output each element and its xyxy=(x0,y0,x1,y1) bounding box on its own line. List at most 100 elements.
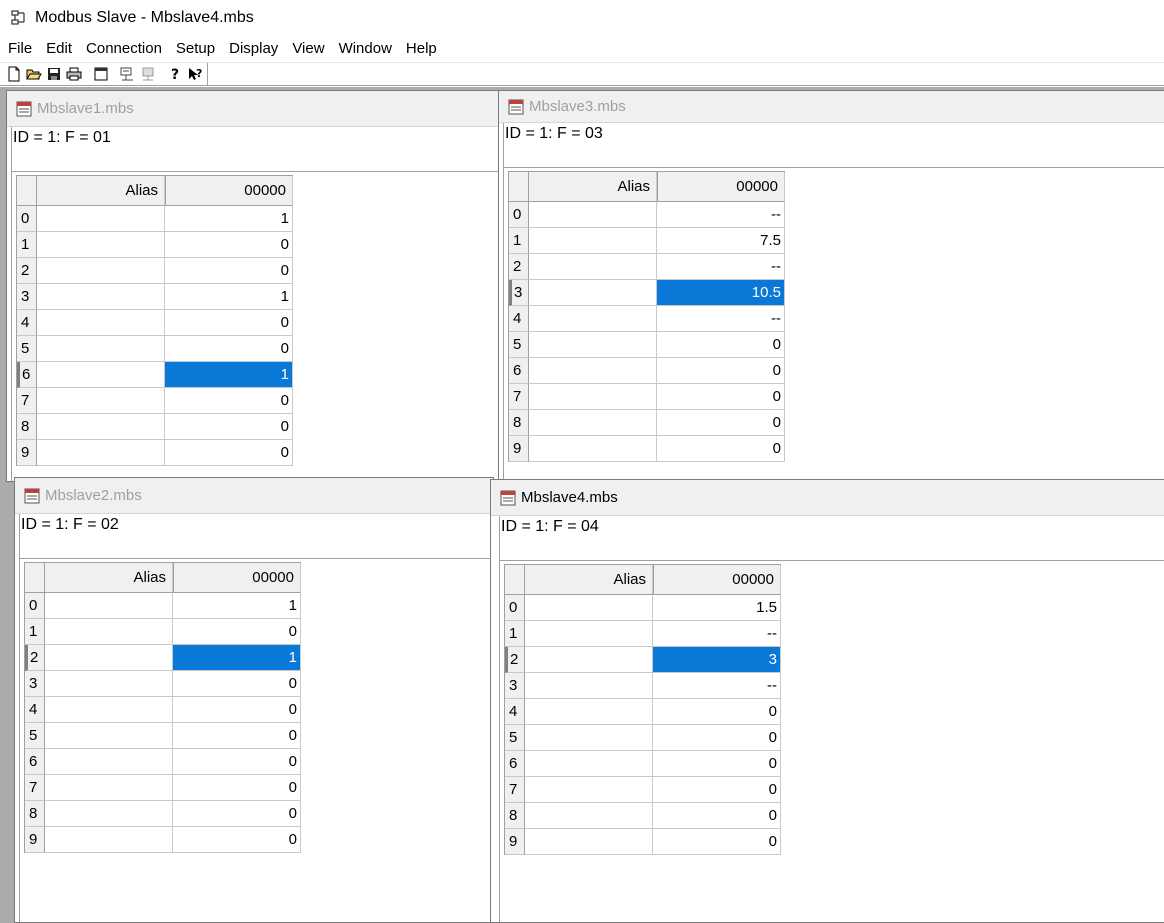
help-icon[interactable]: ? xyxy=(165,64,185,84)
alias-cell[interactable] xyxy=(529,202,657,228)
alias-cell[interactable] xyxy=(525,803,653,829)
row-header[interactable]: 6 xyxy=(505,751,525,777)
value-cell[interactable]: 0 xyxy=(173,827,301,853)
row-header[interactable]: 5 xyxy=(25,723,45,749)
alias-cell[interactable] xyxy=(525,673,653,699)
row-header[interactable]: 3 xyxy=(25,671,45,697)
alias-cell[interactable] xyxy=(525,829,653,855)
alias-cell[interactable] xyxy=(525,777,653,803)
menu-window[interactable]: Window xyxy=(332,37,399,61)
row-header[interactable]: 0 xyxy=(25,593,45,619)
register-grid[interactable]: Alias 00000 0 1.5 1 -- 2 3 3 -- 4 0 5 0 6 0 7 0 8 0 9 0 xyxy=(504,564,781,855)
value-cell[interactable]: 0 xyxy=(657,410,785,436)
value-cell[interactable]: 0 xyxy=(173,671,301,697)
row-header[interactable]: 8 xyxy=(509,410,529,436)
row-header[interactable]: 3 xyxy=(509,280,529,306)
row-header[interactable]: 5 xyxy=(505,725,525,751)
grid-corner[interactable] xyxy=(509,172,529,202)
alias-cell[interactable] xyxy=(45,827,173,853)
value-cell[interactable]: 0 xyxy=(653,751,781,777)
alias-cell[interactable] xyxy=(525,699,653,725)
alias-cell[interactable] xyxy=(37,336,165,362)
menu-view[interactable]: View xyxy=(285,37,331,61)
alias-column-header[interactable]: Alias xyxy=(525,565,653,595)
row-header[interactable]: 4 xyxy=(505,699,525,725)
value-cell[interactable]: 0 xyxy=(173,723,301,749)
value-cell[interactable]: 0 xyxy=(165,414,293,440)
new-icon[interactable] xyxy=(4,64,24,84)
row-header[interactable]: 2 xyxy=(17,258,37,284)
alias-column-header[interactable]: Alias xyxy=(529,172,657,202)
row-header[interactable]: 6 xyxy=(17,362,37,388)
row-header[interactable]: 4 xyxy=(509,306,529,332)
save-icon[interactable] xyxy=(44,64,64,84)
alias-cell[interactable] xyxy=(37,362,165,388)
value-cell[interactable]: 1.5 xyxy=(653,595,781,621)
row-header[interactable]: 5 xyxy=(17,336,37,362)
value-cell[interactable]: 3 xyxy=(653,647,781,673)
alias-cell[interactable] xyxy=(45,749,173,775)
row-header[interactable]: 3 xyxy=(505,673,525,699)
value-cell[interactable]: 0 xyxy=(657,358,785,384)
value-cell[interactable]: 0 xyxy=(173,749,301,775)
child-title-bar[interactable]: Mbslave3.mbs xyxy=(499,91,1164,123)
value-cell[interactable]: 0 xyxy=(165,388,293,414)
row-header[interactable]: 1 xyxy=(505,621,525,647)
alias-cell[interactable] xyxy=(37,414,165,440)
address-column-header[interactable]: 00000 xyxy=(165,176,293,206)
value-cell[interactable]: 1 xyxy=(165,362,293,388)
connect-icon[interactable] xyxy=(118,64,138,84)
value-cell[interactable]: 0 xyxy=(657,436,785,462)
value-cell[interactable]: 0 xyxy=(173,619,301,645)
value-cell[interactable]: 0 xyxy=(653,803,781,829)
alias-cell[interactable] xyxy=(525,647,653,673)
child-window-mbslave1[interactable]: Mbslave1.mbs ID = 1: F = 01 Alias 00000 0 1… xyxy=(6,90,501,482)
alias-cell[interactable] xyxy=(37,206,165,232)
value-cell[interactable]: 0 xyxy=(165,258,293,284)
context-help-icon[interactable]: ? xyxy=(185,64,205,84)
grid-corner[interactable] xyxy=(25,563,45,593)
alias-cell[interactable] xyxy=(45,645,173,671)
row-header[interactable]: 8 xyxy=(25,801,45,827)
value-cell[interactable]: 0 xyxy=(653,725,781,751)
value-cell[interactable]: 0 xyxy=(653,829,781,855)
row-header[interactable]: 1 xyxy=(509,228,529,254)
child-title-bar[interactable]: Mbslave2.mbs xyxy=(15,478,493,514)
row-header[interactable]: 0 xyxy=(17,206,37,232)
menu-connection[interactable]: Connection xyxy=(79,37,169,61)
value-cell[interactable]: 0 xyxy=(657,332,785,358)
alias-column-header[interactable]: Alias xyxy=(37,176,165,206)
row-header[interactable]: 6 xyxy=(509,358,529,384)
alias-cell[interactable] xyxy=(45,593,173,619)
value-cell[interactable]: -- xyxy=(657,254,785,280)
row-header[interactable]: 1 xyxy=(17,232,37,258)
alias-cell[interactable] xyxy=(37,258,165,284)
value-cell[interactable]: 0 xyxy=(165,440,293,466)
row-header[interactable]: 9 xyxy=(509,436,529,462)
value-cell[interactable]: 0 xyxy=(653,777,781,803)
open-icon[interactable] xyxy=(24,64,44,84)
row-header[interactable]: 9 xyxy=(25,827,45,853)
value-cell[interactable]: -- xyxy=(657,306,785,332)
value-cell[interactable]: -- xyxy=(653,621,781,647)
value-cell[interactable]: 0 xyxy=(653,699,781,725)
row-header[interactable]: 2 xyxy=(505,647,525,673)
alias-cell[interactable] xyxy=(45,801,173,827)
value-cell[interactable]: 0 xyxy=(165,310,293,336)
row-header[interactable]: 0 xyxy=(509,202,529,228)
alias-column-header[interactable]: Alias xyxy=(45,563,173,593)
row-header[interactable]: 8 xyxy=(505,803,525,829)
value-cell[interactable]: 0 xyxy=(173,697,301,723)
row-header[interactable]: 2 xyxy=(25,645,45,671)
alias-cell[interactable] xyxy=(37,232,165,258)
alias-cell[interactable] xyxy=(37,284,165,310)
row-header[interactable]: 6 xyxy=(25,749,45,775)
alias-cell[interactable] xyxy=(529,332,657,358)
value-cell[interactable]: 1 xyxy=(165,206,293,232)
value-cell[interactable]: -- xyxy=(653,673,781,699)
alias-cell[interactable] xyxy=(525,595,653,621)
window-icon[interactable] xyxy=(91,64,111,84)
value-cell[interactable]: 0 xyxy=(165,336,293,362)
child-title-bar[interactable]: Mbslave4.mbs xyxy=(491,480,1164,516)
alias-cell[interactable] xyxy=(529,384,657,410)
